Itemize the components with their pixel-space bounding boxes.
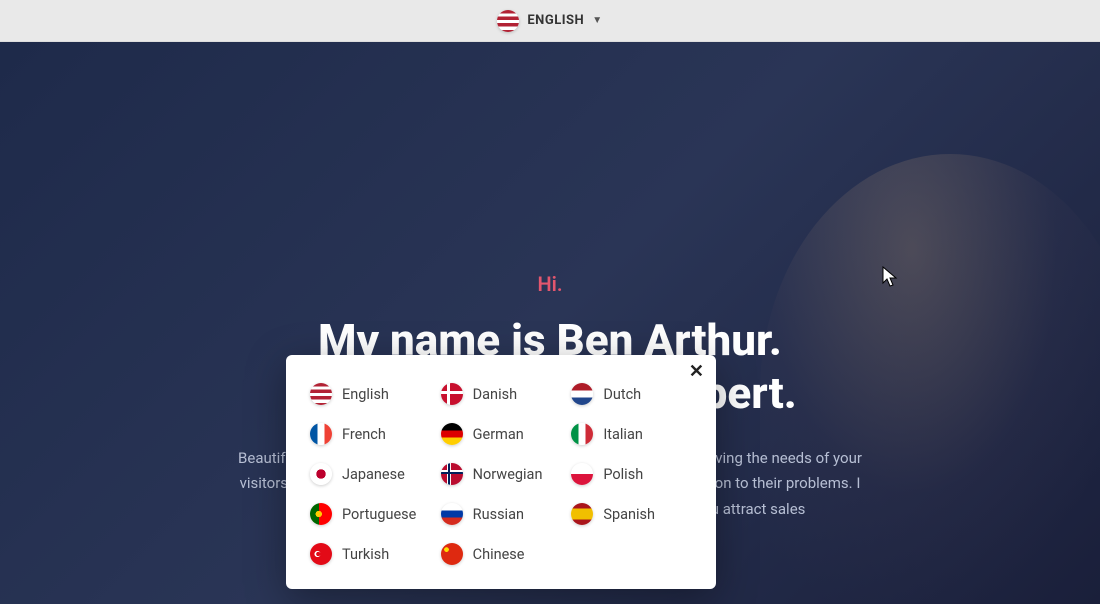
- language-option-label: Norwegian: [473, 466, 543, 483]
- language-option-ru[interactable]: Russian: [441, 503, 562, 525]
- cn-flag-icon: [441, 543, 463, 565]
- it-flag-icon: [571, 423, 593, 445]
- hero-greeting: Hi.: [537, 272, 562, 296]
- language-option-label: French: [342, 426, 386, 443]
- de-flag-icon: [441, 423, 463, 445]
- language-option-label: Dutch: [603, 386, 641, 403]
- us-flag-icon: [497, 10, 519, 32]
- pl-flag-icon: [571, 463, 593, 485]
- language-option-label: Japanese: [342, 466, 405, 483]
- language-option-us[interactable]: English: [310, 383, 431, 405]
- language-option-tr[interactable]: Turkish: [310, 543, 431, 565]
- fr-flag-icon: [310, 423, 332, 445]
- es-flag-icon: [571, 503, 593, 525]
- language-option-label: Spanish: [603, 506, 655, 523]
- language-option-label: Polish: [603, 466, 643, 483]
- language-option-cn[interactable]: Chinese: [441, 543, 562, 565]
- language-option-it[interactable]: Italian: [571, 423, 692, 445]
- language-selector[interactable]: ENGLISH ▼: [497, 10, 602, 32]
- language-option-pt[interactable]: Portuguese: [310, 503, 431, 525]
- language-option-label: Italian: [603, 426, 643, 443]
- language-option-pl[interactable]: Polish: [571, 463, 692, 485]
- tr-flag-icon: [310, 543, 332, 565]
- chevron-down-icon: ▼: [592, 15, 602, 26]
- language-option-label: Turkish: [342, 546, 389, 563]
- language-option-label: Portuguese: [342, 506, 416, 523]
- dk-flag-icon: [441, 383, 463, 405]
- language-option-no[interactable]: Norwegian: [441, 463, 562, 485]
- language-option-label: English: [342, 386, 389, 403]
- language-option-label: Russian: [473, 506, 524, 523]
- us-flag-icon: [310, 383, 332, 405]
- language-option-label: German: [473, 426, 524, 443]
- ru-flag-icon: [441, 503, 463, 525]
- no-flag-icon: [441, 463, 463, 485]
- language-option-fr[interactable]: French: [310, 423, 431, 445]
- language-grid: English Danish Dutch French German Italian Jap…: [310, 383, 692, 565]
- topbar: ENGLISH ▼: [0, 0, 1100, 42]
- language-popover: ✕ English Danish Dutch French German Italian J…: [286, 355, 716, 589]
- language-option-dk[interactable]: Danish: [441, 383, 562, 405]
- language-option-nl[interactable]: Dutch: [571, 383, 692, 405]
- nl-flag-icon: [571, 383, 593, 405]
- current-language-label: ENGLISH: [527, 13, 584, 28]
- pt-flag-icon: [310, 503, 332, 525]
- language-option-jp[interactable]: Japanese: [310, 463, 431, 485]
- language-option-label: Danish: [473, 386, 517, 403]
- language-option-de[interactable]: German: [441, 423, 562, 445]
- close-icon[interactable]: ✕: [689, 363, 704, 381]
- jp-flag-icon: [310, 463, 332, 485]
- language-option-es[interactable]: Spanish: [571, 503, 692, 525]
- language-option-label: Chinese: [473, 546, 525, 563]
